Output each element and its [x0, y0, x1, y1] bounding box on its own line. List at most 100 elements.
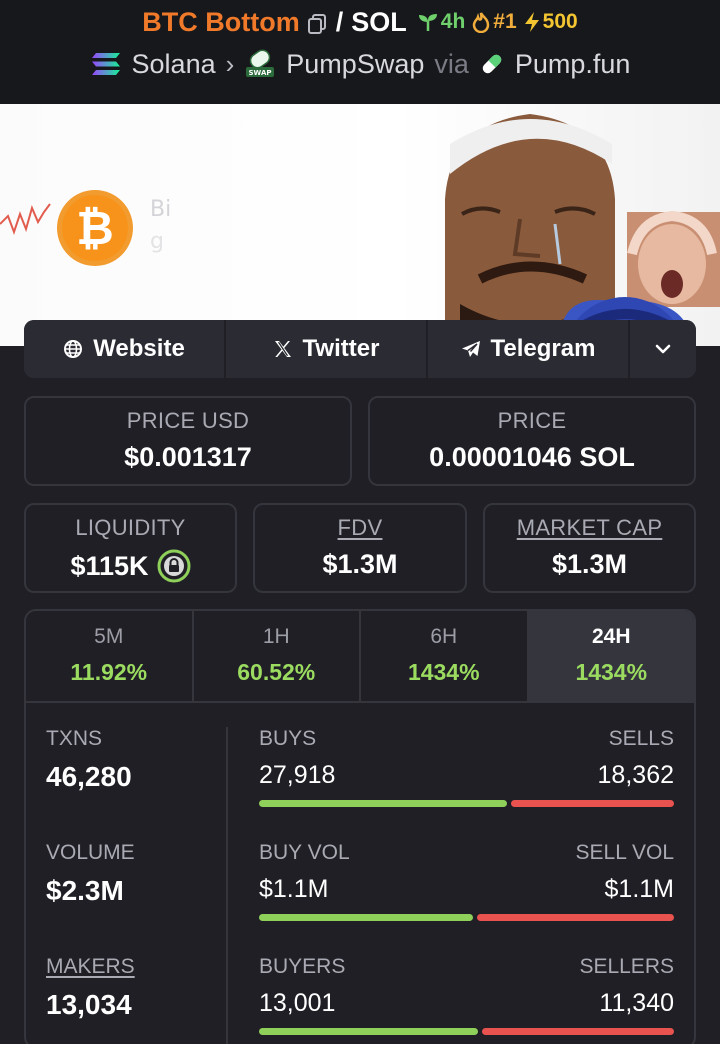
pair-separator: /: [335, 6, 344, 37]
website-label: Website: [93, 335, 185, 362]
price-usd-label: PRICE USD: [126, 408, 250, 433]
chain-name[interactable]: Solana: [132, 49, 216, 80]
market-cap-value: $1.3M: [551, 549, 628, 579]
lightning-icon: [524, 12, 539, 32]
sellers-label: SELLERS: [579, 955, 674, 978]
pair-age-badge: 4h: [417, 10, 466, 34]
sell-portion: [476, 914, 674, 921]
market-cap-card: MARKET CAP $1.3M: [483, 503, 696, 593]
fdv-label[interactable]: FDV: [255, 515, 465, 541]
market-cap-label[interactable]: MARKET CAP: [485, 515, 694, 541]
svg-text:₿: ₿: [76, 201, 114, 255]
banner-text-fragment-1: Bi: [150, 197, 171, 222]
buys-value: 27,918: [259, 761, 336, 789]
price-native-label: PRICE: [497, 408, 567, 433]
price-native-card: PRICE 0.00001046 SOL: [368, 396, 696, 486]
boost-count: 500: [542, 10, 578, 33]
buyers-label: BUYERS: [259, 955, 346, 978]
trending-rank: #1: [493, 10, 517, 33]
x-logo-icon: [274, 341, 291, 357]
price-usd-card: PRICE USD $0.001317: [24, 396, 352, 486]
boost-badge: 500: [523, 10, 578, 34]
txns-row: TXNS 46,280 BUYS SELLS 27,918 18,362: [26, 705, 694, 807]
banner-image: ₿ Bi g: [0, 114, 720, 346]
flame-icon: [473, 12, 490, 33]
fdv-card: FDV $1.3M: [253, 503, 467, 593]
pumpswap-icon: SWAP: [246, 49, 275, 77]
volume-label: VOLUME: [46, 841, 135, 864]
twitter-button[interactable]: Twitter: [226, 320, 428, 378]
tab-label: 6H: [430, 625, 458, 648]
pair-route: Solana › SWAP PumpSwap via Pump.fun: [0, 44, 720, 84]
more-links-button[interactable]: [630, 320, 696, 378]
seedling-icon: [418, 14, 437, 31]
sells-value: 18,362: [597, 761, 674, 789]
token-banner: ₿ Bi g: [0, 104, 720, 346]
txns-label: TXNS: [46, 727, 103, 750]
buys-sells-ratio-bar: [259, 800, 674, 807]
buy-vol-label: BUY VOL: [259, 841, 350, 864]
solana-icon: [91, 53, 120, 75]
chevron-down-icon: [655, 344, 671, 354]
sell-vol-value: $1.1M: [604, 875, 674, 903]
liquidity-label: LIQUIDITY: [75, 515, 186, 540]
pair-age: 4h: [440, 10, 466, 33]
buyers-value: 13,001: [259, 989, 336, 1017]
volume-ratio-bar: [259, 914, 674, 921]
pair-header: BTC Bottom / SOL 4h #1 500 Solana › SWAP…: [0, 0, 720, 104]
price-change: 11.92%: [70, 659, 148, 685]
tab-6h[interactable]: 6H 1434%: [361, 611, 529, 701]
price-usd-value: $0.001317: [124, 442, 252, 472]
tab-5m[interactable]: 5M 11.92%: [26, 611, 194, 701]
tab-1h[interactable]: 1H 60.52%: [194, 611, 361, 701]
pair-title-row: BTC Bottom / SOL 4h #1 500: [0, 4, 720, 40]
dex-name[interactable]: PumpSwap: [286, 49, 424, 80]
buy-vol-value: $1.1M: [259, 875, 329, 903]
globe-icon: [64, 340, 83, 358]
makers-value: 13,034: [46, 989, 132, 1020]
buys-label: BUYS: [259, 727, 317, 750]
telegram-icon: [461, 341, 480, 357]
liquidity-value: $115K: [70, 550, 149, 581]
makers-row: MAKERS 13,034 BUYERS SELLERS 13,001 11,3…: [26, 933, 694, 1035]
svg-text:SWAP: SWAP: [249, 69, 272, 77]
fdv-value: $1.3M: [322, 549, 398, 579]
sell-portion: [482, 1028, 674, 1035]
social-links-bar: Website Twitter Telegram: [24, 320, 696, 378]
sell-portion: [510, 800, 674, 807]
makers-label[interactable]: MAKERS: [46, 955, 135, 979]
tab-label: 5M: [94, 625, 124, 648]
telegram-label: Telegram: [490, 335, 596, 362]
launchpad-name[interactable]: Pump.fun: [515, 49, 631, 80]
txns-value: 46,280: [46, 761, 132, 792]
liquidity-card: LIQUIDITY $115K: [24, 503, 237, 593]
timeframe-tabs: 5M 11.92% 1H 60.52% 6H 1434% 24H 1434%: [26, 611, 694, 703]
via-label: via: [434, 48, 469, 79]
twitter-label: Twitter: [302, 335, 380, 362]
price-native-value: 0.00001046 SOL: [429, 442, 635, 472]
chevron-right-icon: ›: [225, 48, 235, 79]
token-name[interactable]: BTC Bottom: [142, 7, 299, 38]
timeframe-stats-panel: 5M 11.92% 1H 60.52% 6H 1434% 24H 1434% T…: [24, 609, 696, 1044]
buy-portion: [259, 914, 473, 921]
website-button[interactable]: Website: [24, 320, 226, 378]
sellers-value: 11,340: [599, 989, 674, 1017]
price-change: 1434%: [575, 659, 648, 685]
volume-row: VOLUME $2.3M BUY VOL SELL VOL $1.1M $1.1…: [26, 819, 694, 921]
tab-24h[interactable]: 24H 1434%: [528, 611, 694, 701]
trending-rank-badge: #1: [471, 10, 517, 34]
buy-portion: [259, 800, 507, 807]
tab-label: 1H: [262, 625, 290, 648]
tab-label: 24H: [591, 625, 631, 648]
buy-portion: [259, 1028, 479, 1035]
pumpfun-pill-icon: [482, 54, 502, 74]
banner-text-fragment-2: g: [150, 229, 164, 254]
makers-ratio-bar: [259, 1028, 674, 1035]
price-change: 1434%: [407, 659, 480, 685]
price-change: 60.52%: [237, 659, 316, 685]
volume-value: $2.3M: [46, 875, 124, 906]
copy-icon[interactable]: [306, 11, 328, 34]
telegram-button[interactable]: Telegram: [428, 320, 630, 378]
liquidity-lock-icon[interactable]: [157, 549, 191, 583]
trade-metrics: TXNS 46,280 BUYS SELLS 27,918 18,362 VOL…: [26, 705, 694, 1044]
